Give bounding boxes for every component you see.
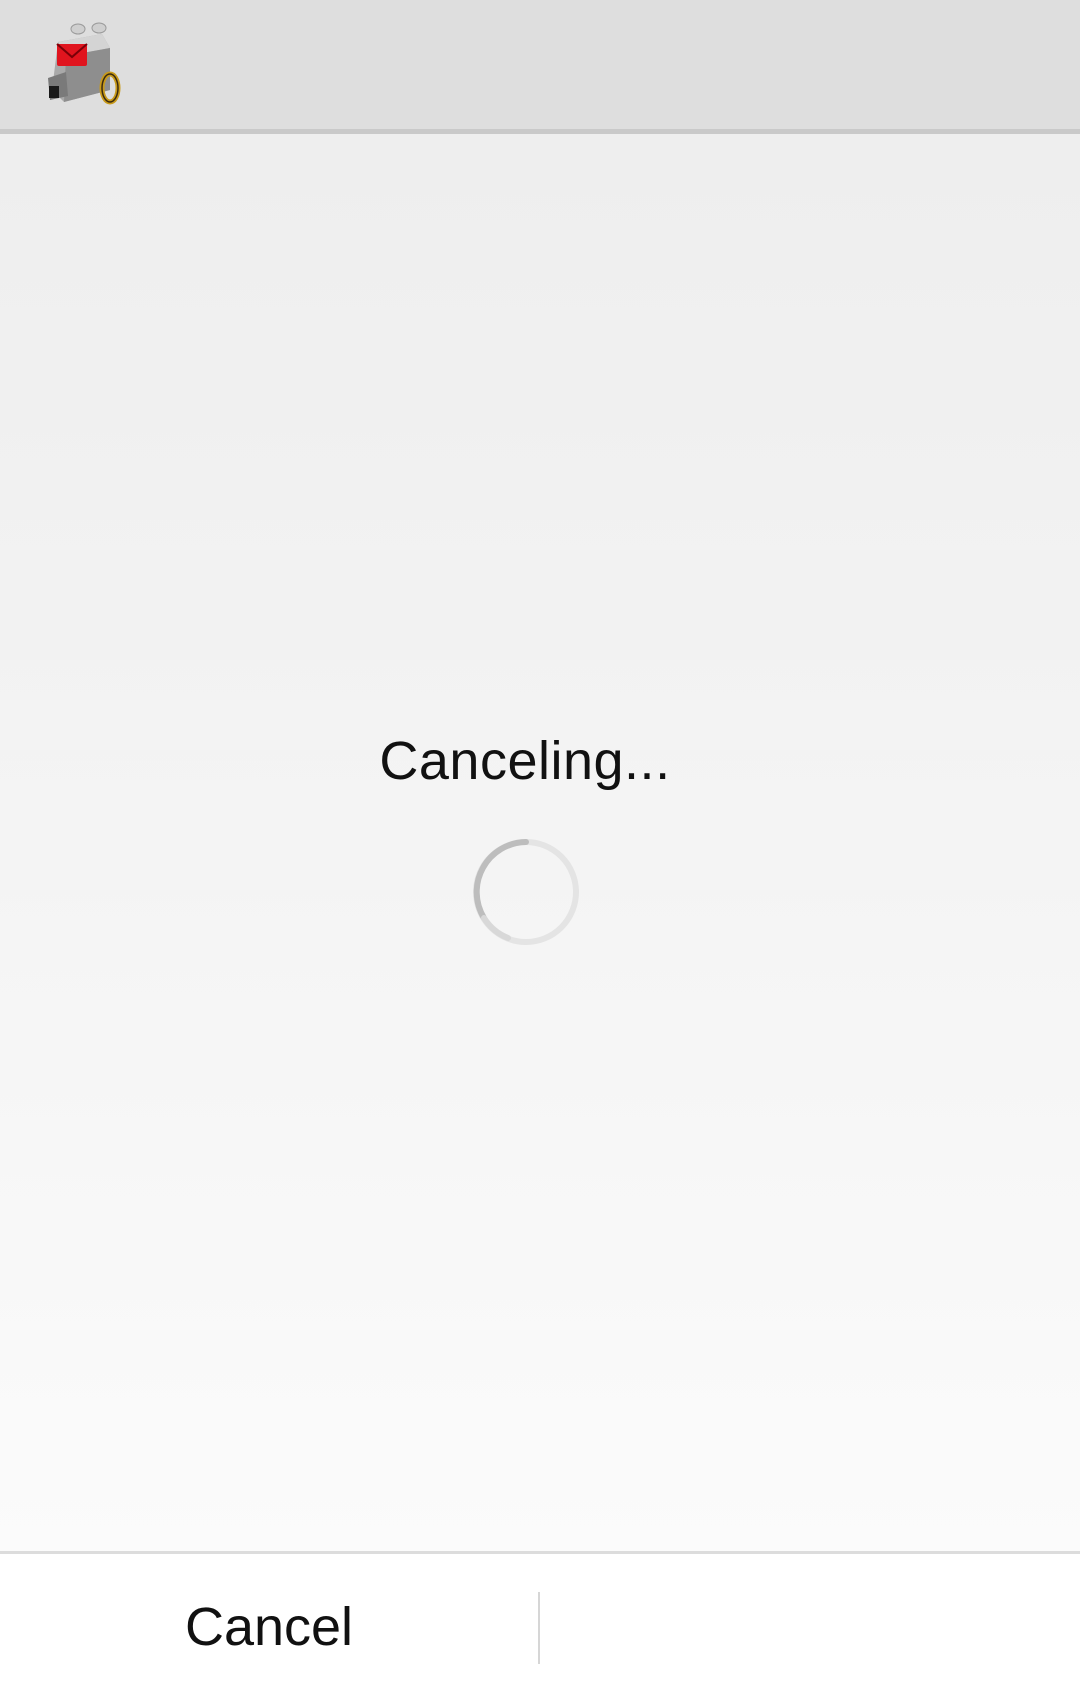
loading-spinner-icon <box>473 839 579 945</box>
status-message: Canceling... <box>379 731 671 791</box>
cancel-button[interactable]: Cancel <box>0 1554 538 1699</box>
empty-button-slot <box>540 1554 1080 1699</box>
progress-dialog-body: Canceling... <box>0 134 1080 1551</box>
app-header <box>0 0 1080 134</box>
app-logo-icon <box>48 22 121 105</box>
dialog-button-bar: Cancel <box>0 1551 1080 1699</box>
app-screen: Canceling... Cancel <box>0 0 1080 1699</box>
